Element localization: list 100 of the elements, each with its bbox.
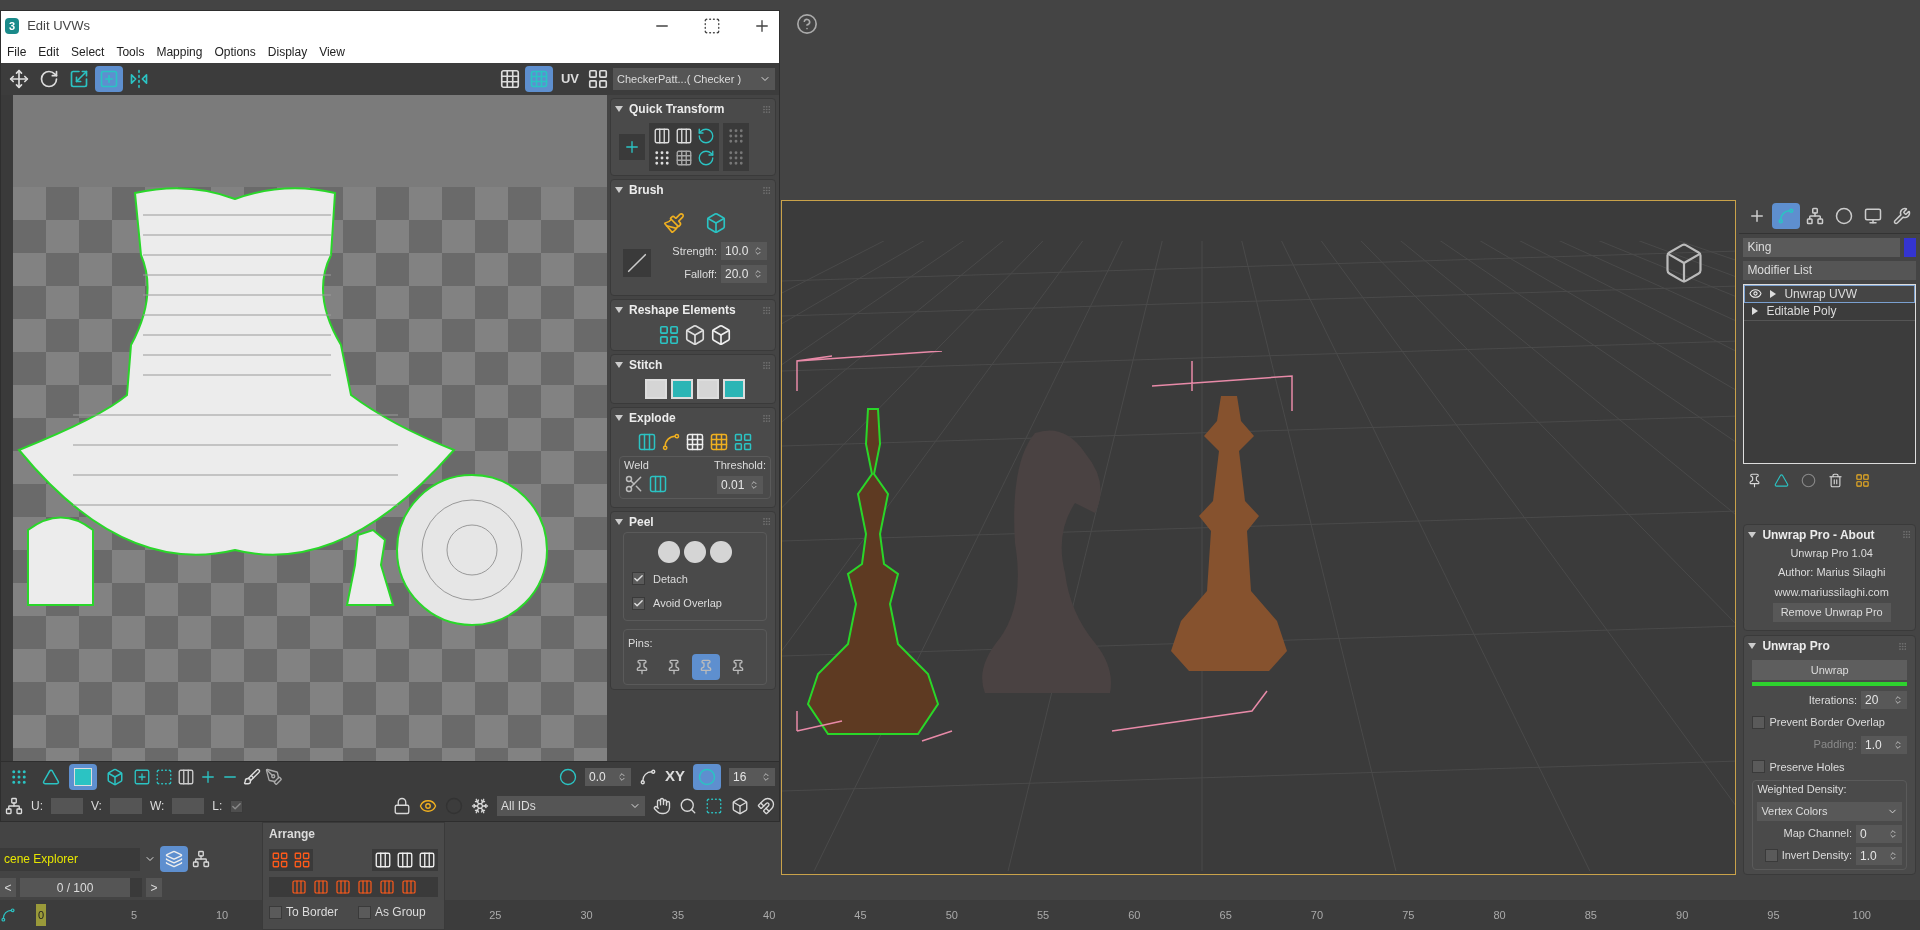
columns-icon[interactable] bbox=[653, 127, 671, 145]
curve-editor-icon[interactable] bbox=[0, 907, 16, 923]
plus-icon[interactable] bbox=[623, 138, 641, 156]
pin-button[interactable] bbox=[692, 653, 720, 680]
field-label: Padding: bbox=[1813, 737, 1857, 753]
value-spinner[interactable]: 20.0 bbox=[721, 265, 767, 283]
modifier-list-dropdown[interactable]: Modifier List bbox=[1743, 260, 1916, 280]
pen-icon[interactable] bbox=[265, 767, 283, 786]
menu-item[interactable]: Mapping bbox=[150, 43, 209, 61]
grow-selection-icon[interactable] bbox=[133, 767, 151, 786]
menu-item[interactable]: Options bbox=[208, 43, 262, 61]
density-dropdown[interactable]: Vertex Colors bbox=[1757, 801, 1902, 821]
pin-icon bbox=[698, 658, 714, 675]
iterations-spinner[interactable]: 20 bbox=[1861, 691, 1907, 709]
uv-canvas[interactable] bbox=[13, 95, 607, 761]
grip-icon[interactable] bbox=[727, 127, 745, 145]
rollout-header[interactable]: Quick Transform bbox=[615, 100, 725, 118]
modifier-stack-item[interactable]: Editable Poly bbox=[1744, 302, 1915, 321]
help-icon[interactable] bbox=[796, 13, 818, 35]
hierarchy-icon[interactable] bbox=[192, 850, 210, 868]
grip-icon[interactable] bbox=[727, 149, 745, 167]
value-spinner[interactable]: 10.0 bbox=[721, 242, 767, 260]
checkbox[interactable] bbox=[358, 905, 372, 919]
rotate-left-icon[interactable] bbox=[697, 127, 715, 145]
shrink-selection-icon[interactable] bbox=[155, 767, 173, 786]
menu-item[interactable]: Select bbox=[65, 43, 111, 61]
checkbox[interactable] bbox=[1752, 760, 1766, 774]
snowflake-icon[interactable] bbox=[471, 797, 489, 815]
remove-button[interactable]: Remove Unwrap Pro bbox=[1772, 603, 1891, 622]
lock-checkbox[interactable] bbox=[230, 799, 244, 813]
snap-spinner[interactable]: 16 bbox=[729, 767, 775, 786]
grip-icon[interactable] bbox=[653, 149, 671, 167]
cube-icon[interactable] bbox=[684, 324, 706, 346]
line-icon[interactable] bbox=[627, 252, 647, 273]
element-mode-icon bbox=[106, 767, 124, 786]
checkbox-label: Preserve Holes bbox=[1769, 759, 1845, 775]
grid-icon[interactable] bbox=[675, 149, 693, 167]
menu-item[interactable]: View bbox=[313, 43, 351, 61]
paint-select-icon[interactable] bbox=[243, 767, 261, 786]
coordinate-field[interactable] bbox=[172, 798, 205, 814]
brush-icon[interactable] bbox=[663, 212, 685, 234]
unwrap-button[interactable]: Unwrap bbox=[1752, 660, 1907, 680]
rotate-tool-icon bbox=[39, 69, 59, 89]
menu-item[interactable]: Edit bbox=[32, 43, 66, 61]
menu-item[interactable]: File bbox=[1, 43, 33, 61]
magnet-icon[interactable] bbox=[757, 797, 775, 815]
maximize-icon[interactable] bbox=[703, 17, 721, 35]
checker-icon[interactable] bbox=[498, 68, 521, 90]
zoom-region-icon[interactable] bbox=[705, 797, 723, 815]
menu-item[interactable]: Tools bbox=[110, 43, 151, 61]
checker-toggle-button[interactable] bbox=[524, 66, 553, 92]
checkbox[interactable] bbox=[632, 596, 645, 610]
threshold-spinner[interactable]: 0.01 bbox=[717, 475, 763, 494]
coordinate-field[interactable] bbox=[51, 798, 83, 814]
menu-item[interactable]: Display bbox=[261, 43, 314, 61]
checkbox-label: Avoid Overlap bbox=[653, 596, 722, 611]
cube-icon[interactable] bbox=[705, 212, 727, 234]
rollout-header[interactable]: Peel bbox=[615, 512, 654, 531]
checkbox[interactable] bbox=[632, 572, 645, 586]
columns-icon[interactable] bbox=[675, 127, 693, 145]
next-frame-button[interactable]: > bbox=[146, 878, 162, 897]
delete-icon[interactable] bbox=[1828, 473, 1844, 488]
uv-button[interactable]: UV bbox=[556, 69, 583, 89]
grid-icon[interactable] bbox=[658, 324, 680, 346]
grid-snap-button[interactable] bbox=[693, 763, 721, 790]
eye-icon[interactable] bbox=[419, 797, 437, 815]
modify-tab[interactable] bbox=[1772, 203, 1800, 230]
map-channel-spinner[interactable]: 0 bbox=[1856, 824, 1902, 843]
xy-button[interactable]: XY bbox=[665, 765, 685, 788]
rollout-header[interactable]: Unwrap Pro bbox=[1748, 637, 1830, 655]
invert-spinner[interactable]: 1.0 bbox=[1856, 846, 1902, 865]
object-color-swatch[interactable] bbox=[1904, 237, 1916, 257]
rollout-header[interactable]: Brush bbox=[615, 181, 664, 199]
coordinate-field[interactable] bbox=[109, 798, 142, 814]
id-filter-dropdown[interactable]: All IDs bbox=[497, 796, 645, 816]
polygon-mode-button[interactable] bbox=[69, 763, 97, 790]
checker-icon[interactable] bbox=[709, 432, 729, 452]
zoom-icon[interactable] bbox=[679, 797, 697, 815]
rotate-right-icon[interactable] bbox=[697, 149, 715, 167]
pan-icon[interactable] bbox=[653, 797, 671, 815]
layers-button[interactable] bbox=[160, 846, 188, 872]
texture-dropdown[interactable]: CheckerPatt...( Checker ) bbox=[613, 68, 775, 90]
current-frame-marker[interactable]: 0 bbox=[36, 904, 47, 926]
checkbox[interactable] bbox=[269, 905, 282, 919]
checkbox[interactable] bbox=[1764, 849, 1778, 862]
columns-icon[interactable] bbox=[637, 432, 657, 452]
previous-frame-button[interactable]: < bbox=[0, 878, 16, 897]
scene-explorer-dropdown[interactable]: cene Explorer bbox=[0, 847, 140, 871]
rollout-header[interactable]: Unwrap Pro - About bbox=[1748, 525, 1875, 544]
object-name-field[interactable]: King bbox=[1743, 237, 1900, 257]
checkbox[interactable] bbox=[1752, 715, 1766, 729]
pin-icon[interactable] bbox=[1747, 473, 1763, 488]
rollout-header[interactable]: Explode bbox=[615, 409, 676, 427]
lock-icon[interactable] bbox=[393, 797, 411, 815]
rollout-header[interactable]: Stitch bbox=[615, 356, 663, 374]
rollout-header[interactable]: Reshape Elements bbox=[615, 301, 736, 319]
angle-spinner[interactable]: 0.0 bbox=[585, 767, 631, 786]
modifier-stack-item[interactable]: Unwrap UVW bbox=[1744, 284, 1915, 303]
grid-icon[interactable] bbox=[733, 432, 753, 452]
curve-icon[interactable] bbox=[639, 767, 657, 786]
